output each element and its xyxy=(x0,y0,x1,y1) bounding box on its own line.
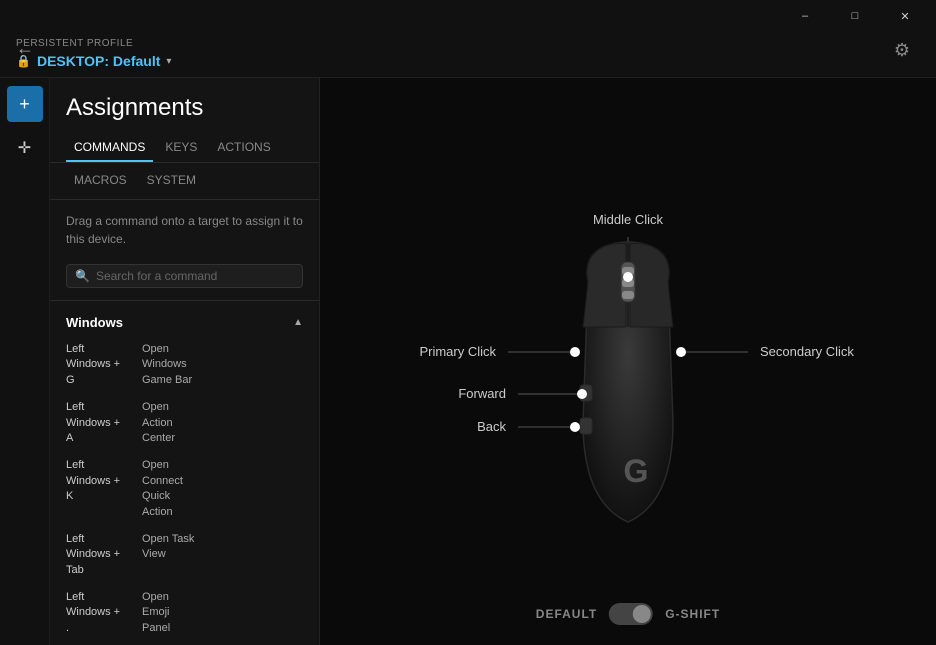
label-middle-click: Middle Click xyxy=(593,212,664,227)
cmd-desc: Open Emoji Panel xyxy=(142,590,170,636)
settings-button[interactable]: ⚙ xyxy=(884,32,920,68)
cmd-desc: Open Connect Quick Action xyxy=(142,458,183,520)
search-row: 🔍 xyxy=(50,260,319,301)
close-button[interactable]: ✕ xyxy=(882,0,928,32)
cmd-key: Left Windows + K xyxy=(66,458,136,504)
sidebar-move-button[interactable]: ✛ xyxy=(7,130,43,166)
label-secondary-click: Secondary Click xyxy=(760,344,854,359)
tab-keys[interactable]: KEYS xyxy=(157,134,205,162)
section-title-windows: Windows xyxy=(66,315,123,330)
cmd-key: Left Windows + . xyxy=(66,590,136,636)
cmd-desc: Open Task View xyxy=(142,532,194,563)
tab-macros[interactable]: MACROS xyxy=(66,169,135,193)
page-title: Assignments xyxy=(50,78,319,134)
label-back: Back xyxy=(477,419,506,434)
chevron-down-icon[interactable]: ▾ xyxy=(166,56,171,67)
left-panel: Assignments COMMANDS KEYS ACTIONS MACROS… xyxy=(50,78,320,645)
toggle-thumb xyxy=(633,605,651,623)
list-item[interactable]: Left Windows + . Open Emoji Panel xyxy=(50,584,319,642)
cmd-key: Left Windows + A xyxy=(66,400,136,446)
label-primary-click: Primary Click xyxy=(419,344,496,359)
mouse-diagram: G G Middle Click Primary Click xyxy=(388,142,868,582)
tab-commands[interactable]: COMMANDS xyxy=(66,134,153,162)
sidebar-add-button[interactable]: + xyxy=(7,86,43,122)
svg-text:G: G xyxy=(624,453,649,489)
maximize-button[interactable]: □ xyxy=(832,0,878,32)
list-item[interactable]: Left Windows + K Open Connect Quick Acti… xyxy=(50,452,319,526)
list-item[interactable]: Left Windows + A Open Action Center xyxy=(50,394,319,452)
cmd-desc: Open Action Center xyxy=(142,400,175,446)
tab-actions[interactable]: ACTIONS xyxy=(209,134,278,162)
sidebar-icons: + ✛ xyxy=(0,78,50,645)
section-windows[interactable]: Windows ▲ xyxy=(50,309,319,336)
drag-hint: Drag a command onto a target to assign i… xyxy=(50,200,319,260)
add-icon: + xyxy=(19,94,30,115)
titlebar: – □ ✕ xyxy=(0,0,936,32)
profile-label: PERSISTENT PROFILE xyxy=(16,38,920,49)
back-button[interactable]: ← xyxy=(16,38,34,59)
collapse-icon[interactable]: ▲ xyxy=(293,317,303,328)
window-controls: – □ ✕ xyxy=(782,0,928,32)
list-item[interactable]: Left Windows + Tab Open Task View xyxy=(50,526,319,584)
right-panel: G G Middle Click Primary Click xyxy=(320,78,936,645)
label-forward: Forward xyxy=(458,386,506,401)
tab-row-1: COMMANDS KEYS ACTIONS xyxy=(50,134,319,163)
mouse-svg: G G Middle Click Primary Click xyxy=(388,142,868,582)
profile-name[interactable]: DESKTOP: Default xyxy=(37,53,160,69)
minimize-button[interactable]: – xyxy=(782,0,828,32)
header: PERSISTENT PROFILE 🔒 DESKTOP: Default ▾ xyxy=(0,32,936,78)
profile-selector[interactable]: 🔒 DESKTOP: Default ▾ xyxy=(16,53,920,77)
bottom-toggle-bar: DEFAULT G-SHIFT xyxy=(536,603,720,625)
gshift-toggle[interactable] xyxy=(609,603,653,625)
cmd-desc: Open Windows Game Bar xyxy=(142,342,192,388)
app-layout: + ✛ Assignments COMMANDS KEYS ACTIONS MA… xyxy=(0,78,936,645)
search-icon: 🔍 xyxy=(75,269,90,283)
tab-row-2: MACROS SYSTEM xyxy=(50,163,319,200)
toggle-gshift-label: G-SHIFT xyxy=(665,607,720,621)
commands-list: Windows ▲ Left Windows + G Open Windows … xyxy=(50,301,319,645)
search-input[interactable] xyxy=(96,269,294,283)
list-item[interactable]: Left Windows + G Open Windows Game Bar xyxy=(50,336,319,394)
tab-system[interactable]: SYSTEM xyxy=(139,169,204,193)
toggle-default-label: DEFAULT xyxy=(536,607,597,621)
search-wrap[interactable]: 🔍 xyxy=(66,264,303,288)
cmd-key: Left Windows + G xyxy=(66,342,136,388)
cmd-key: Left Windows + Tab xyxy=(66,532,136,578)
move-icon: ✛ xyxy=(18,138,31,158)
